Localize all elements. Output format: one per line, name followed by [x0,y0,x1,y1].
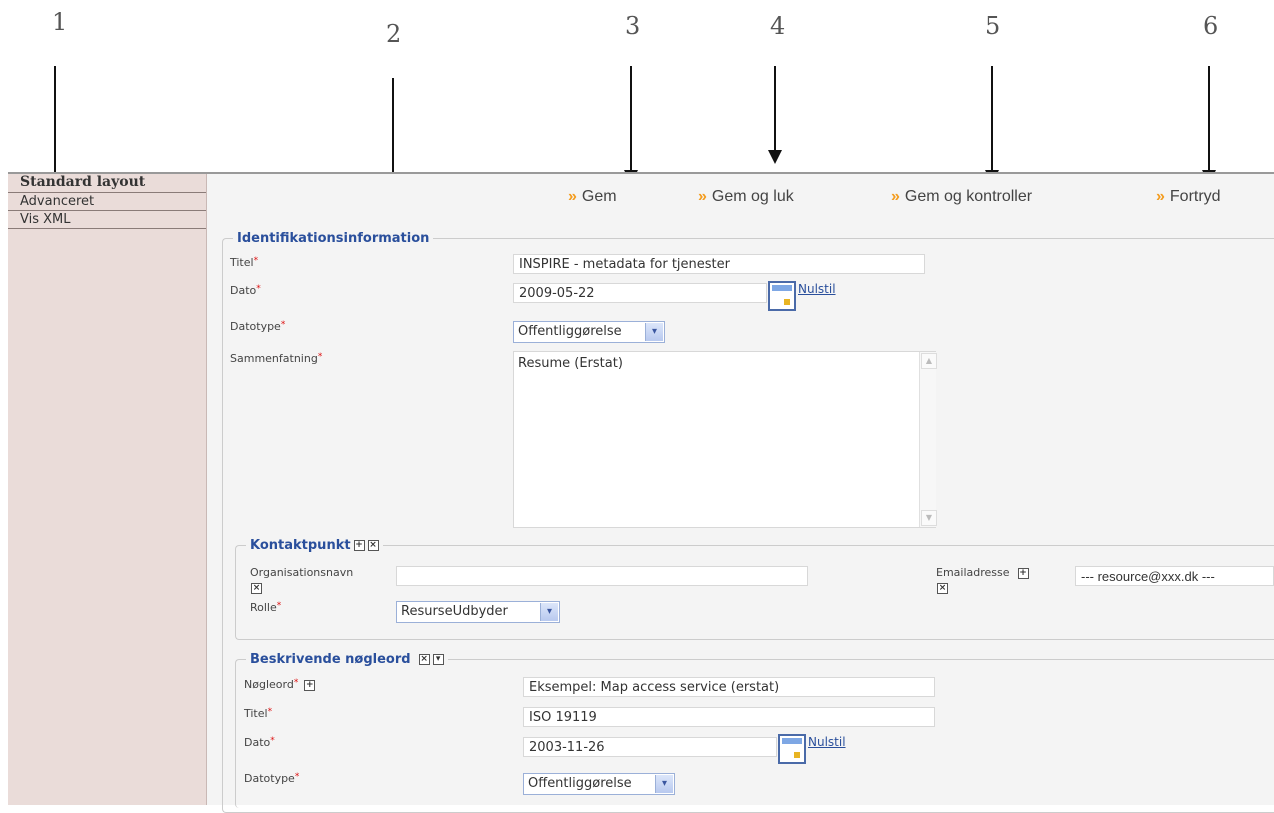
rolle-select[interactable]: ResurseUdbyder ▾ [396,601,560,623]
callout-6-arrow [1202,66,1216,184]
titel-label: Titel* [230,256,259,269]
remove-icon[interactable]: × [937,583,948,594]
scroll-up-icon[interactable]: ▲ [921,353,937,369]
datotype-label: Datotype* [230,320,286,333]
collapse-icon[interactable]: ▾ [432,654,444,665]
kw-titel-label: Titel* [244,707,273,720]
datotype-select[interactable]: Offentliggørelse ▾ [513,321,665,343]
email-label: Emailadresse + [936,566,1029,579]
sidebar-item-advanceret[interactable]: Advanceret [8,193,206,211]
chevron-down-icon: ▾ [645,323,663,341]
kw-dato-label: Dato* [244,736,275,749]
textarea-scrollbar[interactable]: ▲ ▼ [919,352,937,527]
toolbar: » Gem » Gem og luk » Gem og kontroller » For… [206,174,1274,214]
keywords-section: Beskrivende nøgleord × ▾ [235,652,1274,808]
sammenfatning-textarea[interactable] [513,351,936,528]
chevron-down-icon: ▾ [655,775,673,793]
kontakt-section: Kontaktpunkt + × [235,538,1274,640]
calendar-icon[interactable] [778,734,806,764]
kw-dato-input[interactable]: 2003-11-26 [523,737,777,757]
chevron-icon: » [698,188,707,205]
add-icon[interactable]: + [304,679,316,691]
callout-5-arrow [985,66,999,184]
callout-3-arrow [624,66,638,184]
dato-label: Dato* [230,284,261,297]
add-icon[interactable]: + [353,540,365,551]
chevron-icon: » [891,188,900,205]
fortryd-button[interactable]: » Fortryd [1156,188,1221,206]
callout-2: 2 [386,20,402,48]
org-input[interactable] [396,566,808,586]
rolle-label: Rolle* [250,601,282,614]
metadata-editor: Standard layout Advanceret Vis XML » Gem … [8,172,1274,813]
gem-og-luk-button[interactable]: » Gem og luk [698,188,794,206]
callout-1: 1 [52,8,68,36]
email-input[interactable]: --- resource@xxx.dk --- [1075,566,1274,586]
callout-5: 5 [985,12,1001,40]
sidebar-item-standard-layout[interactable]: Standard layout [8,174,206,193]
ident-legend: Identifikationsinformation [237,231,430,246]
callout-6: 6 [1203,12,1219,40]
gem-og-kontroller-button[interactable]: » Gem og kontroller [891,188,1032,206]
nogleord-input[interactable]: Eksempel: Map access service (erstat) [523,677,935,697]
callout-1-arrow [48,66,62,188]
nulstil-link[interactable]: Nulstil [798,282,836,296]
kw-datotype-select[interactable]: Offentliggørelse ▾ [523,773,675,795]
chevron-icon: » [568,188,577,205]
keywords-legend: Beskrivende nøgleord × ▾ [246,652,448,667]
add-icon[interactable]: + [1017,567,1029,579]
kw-titel-input[interactable]: ISO 19119 [523,707,935,727]
titel-input[interactable]: INSPIRE - metadata for tjenester [513,254,925,274]
org-label: Organisationsnavn [250,566,354,579]
calendar-icon[interactable] [768,281,796,311]
callout-4-arrow [768,66,782,164]
kontakt-legend: Kontaktpunkt + × [250,538,379,553]
sammenfatning-label: Sammenfatning* [230,352,323,365]
remove-icon[interactable]: × [418,654,430,665]
chevron-down-icon: ▾ [540,603,558,621]
callout-3: 3 [625,12,641,40]
kw-nulstil-link[interactable]: Nulstil [808,735,846,749]
sidebar-item-vis-xml[interactable]: Vis XML [8,211,206,229]
callout-4: 4 [770,12,786,40]
remove-icon[interactable]: × [251,583,262,594]
dato-input[interactable]: 2009-05-22 [513,283,767,303]
chevron-icon: » [1156,188,1165,205]
scroll-down-icon[interactable]: ▼ [921,510,937,526]
sidebar: Standard layout Advanceret Vis XML [8,174,207,805]
nogleord-label: Nøgleord* + [244,678,316,691]
kw-datotype-label: Datotype* [244,772,300,785]
gem-button[interactable]: » Gem [568,188,617,206]
remove-icon[interactable]: × [367,540,379,551]
